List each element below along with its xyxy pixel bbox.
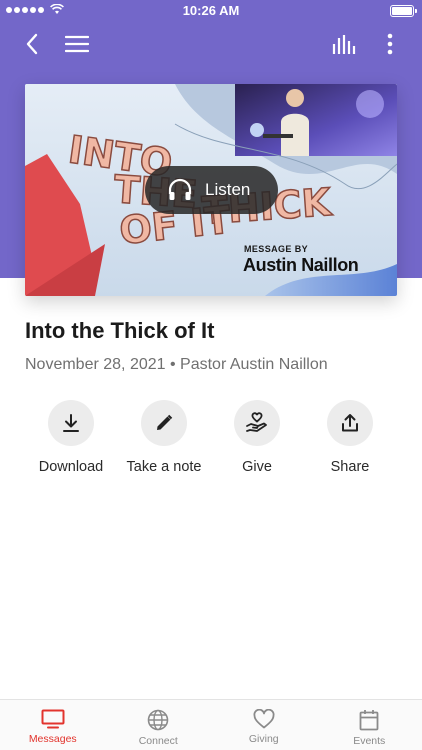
give-button[interactable]: Give bbox=[207, 400, 307, 475]
sermon-artwork[interactable]: INTO THE THICK OF IT MESSAGE BY Austin N… bbox=[25, 84, 397, 296]
download-circle[interactable] bbox=[48, 400, 94, 446]
share-label: Share bbox=[330, 459, 370, 475]
hamburger-icon bbox=[65, 35, 89, 53]
artwork-byline: MESSAGE BY bbox=[244, 244, 309, 254]
pencil-icon bbox=[157, 414, 173, 430]
give-label: Give bbox=[242, 459, 272, 475]
chevron-left-icon bbox=[26, 33, 38, 55]
audio-button[interactable] bbox=[329, 28, 361, 60]
tab-events[interactable]: Events bbox=[317, 700, 422, 750]
calendar-icon bbox=[359, 710, 379, 731]
headphones-icon bbox=[168, 178, 192, 200]
tab-giving-label: Giving bbox=[248, 733, 279, 745]
listen-label: Listen bbox=[205, 180, 251, 199]
download-button[interactable]: Download bbox=[21, 400, 121, 475]
share-icon bbox=[342, 414, 358, 432]
artwork-speaker-name: Austin Naillon bbox=[243, 255, 359, 275]
more-button[interactable] bbox=[374, 28, 406, 60]
audio-bars-icon bbox=[332, 35, 356, 54]
battery-icon bbox=[390, 5, 417, 17]
message-meta: November 28, 2021 • Pastor Austin Naillo… bbox=[25, 356, 328, 373]
tab-giving[interactable]: Giving bbox=[211, 700, 317, 750]
download-label: Download bbox=[38, 459, 104, 475]
heart-icon bbox=[253, 709, 275, 729]
listen-button[interactable]: Listen bbox=[145, 166, 278, 214]
tab-connect-label: Connect bbox=[138, 735, 178, 747]
take-note-label: Take a note bbox=[126, 459, 202, 475]
tab-messages-label: Messages bbox=[28, 733, 77, 745]
take-note-button[interactable]: Take a note bbox=[114, 400, 214, 475]
tab-connect[interactable]: Connect bbox=[106, 700, 212, 750]
status-bar: 10:26 AM bbox=[0, 0, 422, 22]
more-vertical-icon bbox=[387, 33, 393, 55]
status-time: 10:26 AM bbox=[182, 3, 240, 18]
tv-icon bbox=[41, 709, 65, 729]
share-circle[interactable] bbox=[327, 400, 373, 446]
take-note-circle[interactable] bbox=[141, 400, 187, 446]
share-button[interactable]: Share bbox=[300, 400, 400, 475]
back-button[interactable] bbox=[16, 28, 48, 60]
tab-bar: Messages Connect Giving Events bbox=[0, 699, 422, 750]
menu-button[interactable] bbox=[61, 28, 93, 60]
download-icon bbox=[63, 414, 79, 432]
give-circle[interactable] bbox=[234, 400, 280, 446]
giving-hand-icon bbox=[246, 412, 267, 432]
tab-messages[interactable]: Messages bbox=[0, 700, 106, 750]
globe-icon bbox=[147, 709, 169, 731]
tab-events-label: Events bbox=[353, 735, 386, 747]
message-title: Into the Thick of It bbox=[25, 318, 215, 343]
